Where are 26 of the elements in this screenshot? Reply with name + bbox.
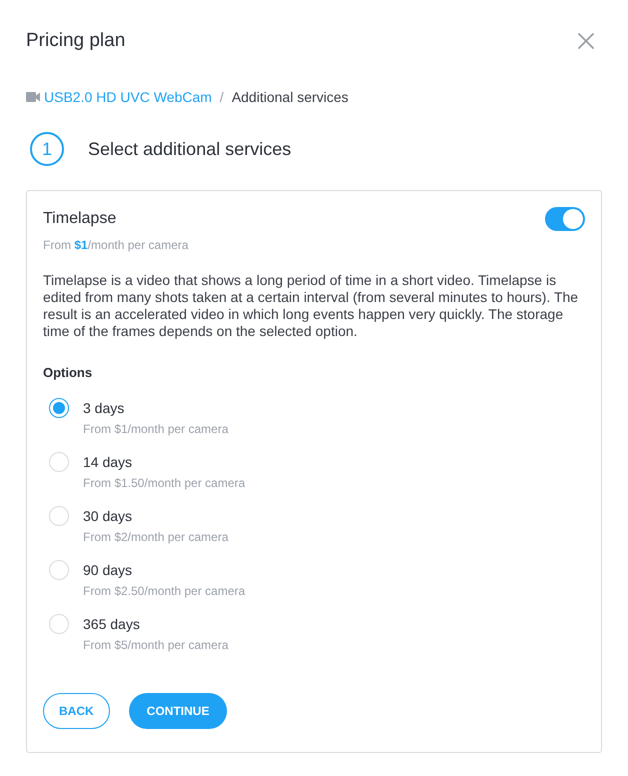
- option-price: From $5/month per camera: [83, 637, 228, 653]
- toggle-switch[interactable]: [545, 207, 585, 231]
- service-price: From $1/month per camera: [43, 237, 190, 253]
- service-description: Timelapse is a video that shows a long period of time in a short video. Timelapse is edited from many shots taken at a certain interval (from several minutes to hours). The result is an accelerated video in which long events happen very quickly. The storage time of the frames depends on the selected option.: [43, 272, 580, 340]
- radio-button[interactable]: [49, 398, 69, 418]
- breadcrumb-current: Additional services: [232, 88, 348, 106]
- option-label: 90 days: [83, 561, 134, 580]
- continue-button[interactable]: CONTINUE: [128, 693, 228, 729]
- option-price: From $2.50/month per camera: [83, 583, 246, 599]
- option-label: 30 days: [83, 507, 134, 526]
- option-label: 365 days: [83, 615, 141, 634]
- option-label: 3 days: [83, 399, 126, 418]
- options-heading: Options: [43, 364, 94, 382]
- option-price: From $1.50/month per camera: [83, 475, 246, 491]
- service-name: Timelapse: [43, 209, 116, 229]
- dialog-title: Pricing plan: [26, 29, 126, 53]
- video-camera-icon: [26, 92, 40, 102]
- step-title: Select additional services: [88, 138, 292, 160]
- option-price: From $1/month per camera: [83, 421, 228, 437]
- close-icon[interactable]: [578, 33, 594, 49]
- option-price: From $2/month per camera: [83, 529, 228, 545]
- option-label: 14 days: [83, 453, 134, 472]
- back-button[interactable]: BACK: [43, 693, 110, 729]
- step-number: 1: [30, 132, 64, 166]
- breadcrumb-link[interactable]: USB2.0 HD UVC WebCam: [44, 86, 212, 108]
- breadcrumb-separator: /: [220, 88, 224, 106]
